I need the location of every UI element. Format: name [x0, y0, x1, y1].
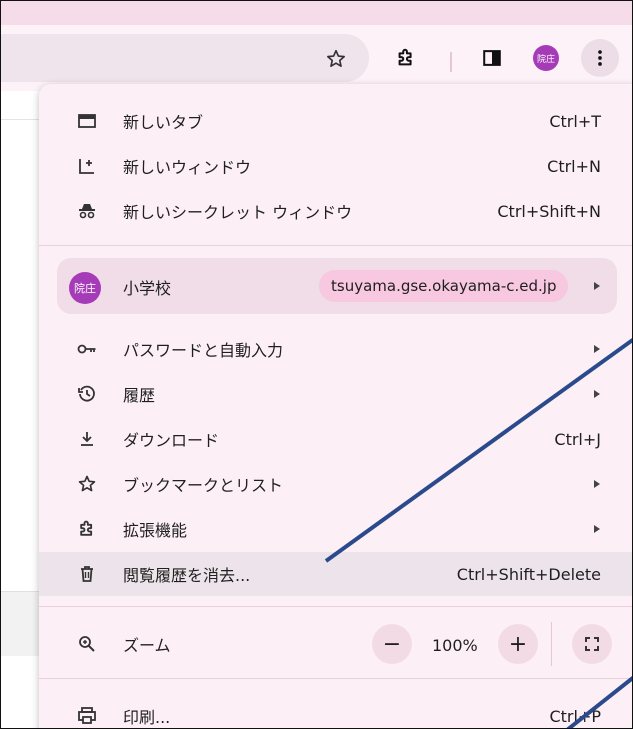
annotation-line — [566, 676, 632, 728]
annotation-overlay — [324, 337, 632, 728]
browser-window: 院庄 新しいタブ Ctrl+T 新しいウィンドウ Ctrl+N 新しいシークレッ… — [0, 0, 633, 729]
annotation-line — [324, 337, 632, 563]
